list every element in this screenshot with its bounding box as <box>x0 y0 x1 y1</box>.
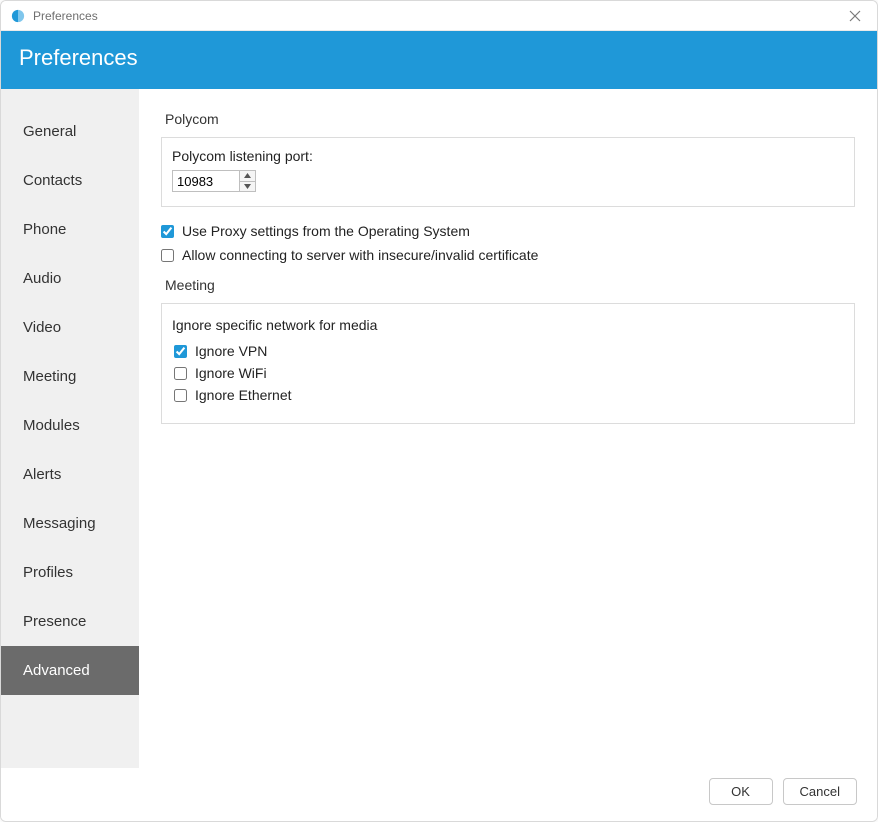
sidebar-item-profiles[interactable]: Profiles <box>1 548 139 597</box>
window-title: Preferences <box>33 9 98 23</box>
sidebar-item-presence[interactable]: Presence <box>1 597 139 646</box>
use-proxy-label: Use Proxy settings from the Operating Sy… <box>182 223 470 239</box>
sidebar-item-messaging[interactable]: Messaging <box>1 499 139 548</box>
ignore-network-title: Ignore specific network for media <box>172 317 844 333</box>
sidebar-item-label: Alerts <box>23 466 61 483</box>
sidebar: General Contacts Phone Audio Video Meeti… <box>1 89 139 768</box>
sidebar-item-meeting[interactable]: Meeting <box>1 352 139 401</box>
polycom-port-input[interactable] <box>173 171 239 191</box>
ignore-wifi-row: Ignore WiFi <box>174 365 844 381</box>
header-title: Preferences <box>19 45 138 70</box>
spin-up-button[interactable] <box>240 171 255 182</box>
sidebar-item-label: Phone <box>23 221 66 238</box>
sidebar-item-label: Advanced <box>23 662 90 679</box>
allow-insecure-checkbox[interactable] <box>161 249 174 262</box>
close-icon <box>849 10 861 22</box>
sidebar-item-label: Contacts <box>23 172 82 189</box>
footer: OK Cancel <box>1 768 877 821</box>
meeting-group: Ignore specific network for media Ignore… <box>161 303 855 424</box>
ignore-vpn-label: Ignore VPN <box>195 343 267 359</box>
ignore-ethernet-label: Ignore Ethernet <box>195 387 292 403</box>
sidebar-item-modules[interactable]: Modules <box>1 401 139 450</box>
ignore-wifi-label: Ignore WiFi <box>195 365 267 381</box>
sidebar-item-label: Meeting <box>23 368 76 385</box>
spin-down-button[interactable] <box>240 182 255 192</box>
sidebar-item-label: Presence <box>23 613 86 630</box>
cancel-button[interactable]: Cancel <box>783 778 857 805</box>
sidebar-item-label: Messaging <box>23 515 96 532</box>
polycom-section-title: Polycom <box>165 111 855 127</box>
sidebar-item-phone[interactable]: Phone <box>1 205 139 254</box>
preferences-window: Preferences Preferences General Contacts… <box>0 0 878 822</box>
close-button[interactable] <box>843 4 867 28</box>
sidebar-item-label: Audio <box>23 270 61 287</box>
ignore-ethernet-checkbox[interactable] <box>174 389 187 402</box>
sidebar-item-advanced[interactable]: Advanced <box>1 646 139 695</box>
polycom-port-spinbox <box>172 170 256 192</box>
sidebar-item-audio[interactable]: Audio <box>1 254 139 303</box>
body: General Contacts Phone Audio Video Meeti… <box>1 89 877 768</box>
sidebar-item-contacts[interactable]: Contacts <box>1 156 139 205</box>
ignore-wifi-checkbox[interactable] <box>174 367 187 380</box>
chevron-down-icon <box>244 184 251 189</box>
titlebar: Preferences <box>1 1 877 31</box>
use-proxy-row: Use Proxy settings from the Operating Sy… <box>161 223 855 239</box>
sidebar-item-label: Video <box>23 319 61 336</box>
ignore-vpn-row: Ignore VPN <box>174 343 844 359</box>
allow-insecure-row: Allow connecting to server with insecure… <box>161 247 855 263</box>
sidebar-item-label: Modules <box>23 417 80 434</box>
sidebar-item-video[interactable]: Video <box>1 303 139 352</box>
sidebar-item-label: Profiles <box>23 564 73 581</box>
ignore-vpn-checkbox[interactable] <box>174 345 187 358</box>
chevron-up-icon <box>244 173 251 178</box>
ignore-network-options: Ignore VPN Ignore WiFi Ignore Ethernet <box>174 343 844 403</box>
ok-button[interactable]: OK <box>709 778 773 805</box>
app-icon <box>11 9 25 23</box>
spin-buttons <box>239 171 255 191</box>
header: Preferences <box>1 31 877 89</box>
use-proxy-checkbox[interactable] <box>161 225 174 238</box>
allow-insecure-label: Allow connecting to server with insecure… <box>182 247 538 263</box>
ignore-ethernet-row: Ignore Ethernet <box>174 387 844 403</box>
sidebar-item-label: General <box>23 123 76 140</box>
meeting-section-title: Meeting <box>165 277 855 293</box>
sidebar-item-alerts[interactable]: Alerts <box>1 450 139 499</box>
polycom-port-label: Polycom listening port: <box>172 148 844 164</box>
polycom-group: Polycom listening port: <box>161 137 855 207</box>
content-advanced: Polycom Polycom listening port: <box>139 89 877 768</box>
sidebar-item-general[interactable]: General <box>1 107 139 156</box>
